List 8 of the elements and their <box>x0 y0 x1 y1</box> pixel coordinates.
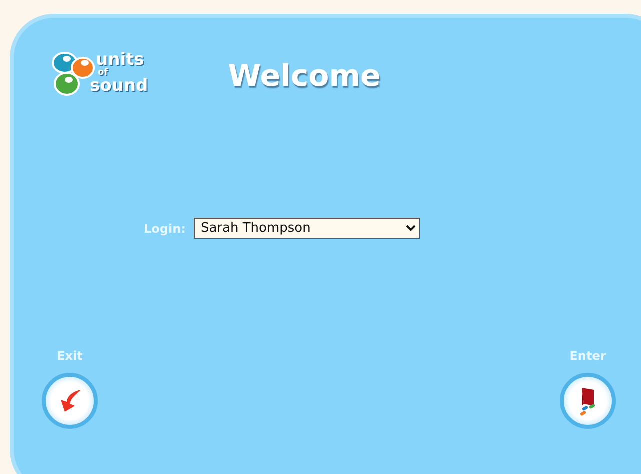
logo-text: of <box>98 68 110 78</box>
welcome-title: Welcome <box>228 58 381 96</box>
login-label: Login: <box>144 220 186 238</box>
logo-text: sound <box>90 78 148 94</box>
logo-text: units <box>96 52 146 68</box>
login-dropdown[interactable]: Sarah Thompson <box>194 218 420 239</box>
exit-label: Exit <box>57 348 83 365</box>
enter-label: Enter <box>570 348 606 365</box>
